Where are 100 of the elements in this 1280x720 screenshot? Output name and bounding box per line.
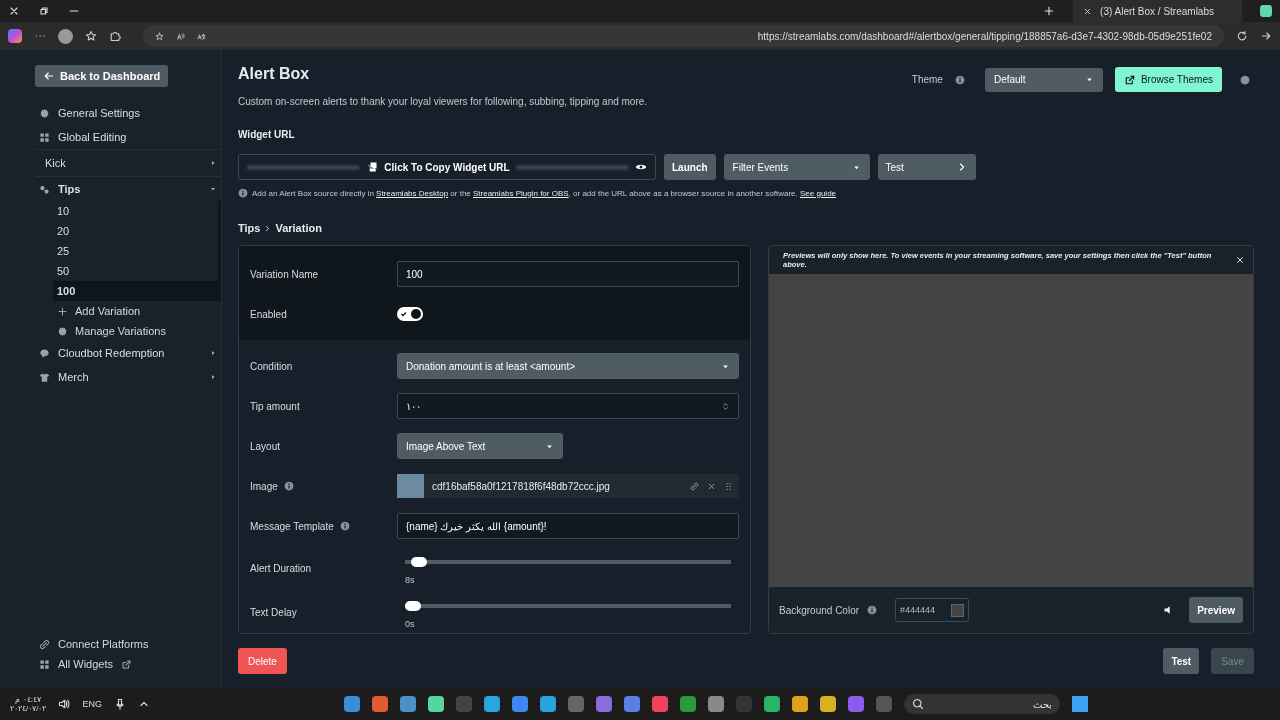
caret-right-icon bbox=[209, 349, 217, 357]
taskbar-app-icon[interactable] bbox=[512, 696, 528, 712]
microphone-icon[interactable] bbox=[113, 698, 126, 710]
background-color-label: Background Color bbox=[779, 604, 860, 616]
filter-events-dropdown[interactable]: Filter Events bbox=[723, 154, 870, 180]
sidebar-item[interactable]: General Settings bbox=[35, 101, 221, 125]
taskbar-app-icon[interactable] bbox=[652, 696, 668, 712]
taskbar-clock[interactable]: ٠٤:٤٧ م ٢٠٢٤/٠٧/٠٢ bbox=[10, 695, 47, 713]
link[interactable]: Streamlabs Desktop bbox=[376, 188, 449, 198]
address-bar[interactable]: https://streamlabs.com/dashboard#/alertbox/general/tipping/188857a6-d3e7-4302-98db-05d9e251fe02 bbox=[143, 25, 1224, 47]
link-icon[interactable] bbox=[690, 481, 699, 491]
widget-url-field[interactable]: Click To Copy Widget URL bbox=[238, 154, 656, 180]
taskbar-app-icon[interactable] bbox=[428, 696, 444, 712]
spinner-arrows-icon[interactable] bbox=[721, 401, 730, 411]
taskbar-app-icon[interactable] bbox=[792, 696, 808, 712]
close-icon[interactable] bbox=[1083, 6, 1093, 16]
taskbar-app-icon[interactable] bbox=[540, 696, 556, 712]
sidebar-link[interactable]: Connect Platforms bbox=[58, 638, 149, 650]
profile-avatar[interactable] bbox=[58, 28, 73, 44]
browse-themes-button[interactable]: Browse Themes bbox=[1114, 67, 1222, 92]
link[interactable]: See guide bbox=[800, 188, 837, 198]
sidebar-item[interactable]: Merch bbox=[35, 365, 221, 389]
page-subtitle: Custom on-screen alerts to thank your loyal viewers for following, subbing, tipping and more. bbox=[238, 96, 648, 107]
taskbar-app-icon[interactable] bbox=[680, 696, 696, 712]
favorites-icon[interactable] bbox=[85, 30, 97, 42]
variation-item[interactable]: 100 bbox=[53, 281, 218, 301]
test-button[interactable]: Test bbox=[877, 154, 976, 180]
image-field[interactable]: cdf16baf58a0f1217818f6f48db72ccc.jpg bbox=[397, 474, 739, 498]
taskbar-app-icon[interactable] bbox=[848, 696, 864, 712]
taskbar-app-icon[interactable] bbox=[372, 696, 388, 712]
sidebar-item[interactable]: Global Editing bbox=[35, 125, 221, 149]
field-label: Layout bbox=[250, 440, 281, 452]
taskbar-app-icon[interactable] bbox=[596, 696, 612, 712]
sidebar-action[interactable]: Manage Variations bbox=[75, 325, 166, 337]
external-link-icon bbox=[1123, 73, 1136, 86]
refresh-icon[interactable] bbox=[1236, 30, 1248, 42]
preview-button[interactable]: Preview bbox=[1189, 597, 1243, 623]
forward-icon[interactable] bbox=[1260, 30, 1272, 42]
read-aloud-icon[interactable] bbox=[176, 31, 185, 41]
taskbar-app-icon[interactable] bbox=[400, 696, 416, 712]
sidebar-item[interactable]: Kick bbox=[35, 149, 221, 177]
browser-tab[interactable]: (3) Alert Box / Streamlabs bbox=[1073, 0, 1242, 22]
info-icon bbox=[238, 188, 248, 198]
field-label: Alert Duration bbox=[250, 562, 312, 574]
info-icon bbox=[283, 481, 294, 491]
close-icon[interactable] bbox=[1235, 255, 1245, 265]
grid-dots-icon[interactable] bbox=[724, 481, 733, 491]
slider-handle[interactable] bbox=[405, 601, 421, 611]
gear-icon bbox=[39, 107, 50, 119]
toggle-switch[interactable] bbox=[397, 307, 423, 321]
taskbar-app-icon[interactable] bbox=[820, 696, 836, 712]
text-field[interactable]: 100 bbox=[397, 261, 739, 287]
text-field[interactable]: {name} الله يكثر خيرك {amount}! bbox=[397, 513, 739, 539]
dropdown[interactable]: Image Above Text bbox=[397, 433, 563, 459]
number-field[interactable]: ١٠٠ bbox=[397, 393, 739, 419]
variation-item[interactable]: 20 bbox=[53, 221, 218, 241]
grid-icon bbox=[39, 131, 50, 143]
field-label: Condition bbox=[250, 360, 293, 372]
sidebar-link[interactable]: All Widgets bbox=[58, 658, 114, 670]
field-label: Image bbox=[250, 480, 278, 492]
variation-item[interactable]: 50 bbox=[53, 261, 218, 281]
sidebar-item[interactable]: Tips bbox=[35, 177, 221, 201]
image-thumbnail bbox=[397, 474, 424, 498]
language-indicator[interactable]: ENG bbox=[82, 699, 102, 709]
sidebar-item[interactable]: Cloudbot Redemption bbox=[35, 341, 221, 365]
taskbar-app-icon[interactable] bbox=[344, 696, 360, 712]
restore-icon[interactable] bbox=[38, 5, 50, 17]
sidebar-action[interactable]: Add Variation bbox=[75, 305, 141, 317]
taskbar-app-icon[interactable] bbox=[484, 696, 500, 712]
close-icon[interactable] bbox=[8, 5, 20, 17]
extension-icon[interactable] bbox=[1260, 5, 1272, 17]
field-label: Tip amount bbox=[250, 400, 300, 412]
check-icon bbox=[400, 310, 408, 318]
star-icon[interactable] bbox=[155, 31, 164, 41]
theme-dropdown[interactable]: Default bbox=[984, 67, 1103, 92]
launch-button[interactable]: Launch bbox=[664, 154, 716, 180]
color-field[interactable]: #444444 bbox=[895, 598, 970, 622]
dropdown[interactable]: Donation amount is at least <amount> bbox=[397, 353, 739, 379]
translate-icon[interactable] bbox=[197, 31, 206, 41]
test-button[interactable]: Test bbox=[1163, 648, 1200, 674]
link[interactable]: Streamlabs Plugin for OBS bbox=[473, 188, 569, 198]
breadcrumb-item[interactable]: Tips bbox=[238, 222, 261, 234]
remove-icon[interactable] bbox=[707, 481, 716, 491]
info-icon bbox=[867, 605, 878, 615]
variation-item[interactable]: 25 bbox=[53, 241, 218, 261]
taskbar-app-icon[interactable] bbox=[764, 696, 780, 712]
taskbar-app-icon[interactable] bbox=[624, 696, 640, 712]
start-icon[interactable] bbox=[1072, 696, 1088, 712]
new-tab-icon[interactable] bbox=[1043, 5, 1056, 17]
extensions-icon[interactable] bbox=[109, 30, 121, 42]
back-to-dashboard-button[interactable]: Back to Dashboard bbox=[35, 65, 169, 87]
field-label: Variation Name bbox=[250, 268, 320, 280]
copilot-icon[interactable] bbox=[8, 29, 22, 43]
taskbar-search[interactable]: بحث bbox=[904, 694, 1060, 714]
section-label: Widget URL bbox=[238, 129, 296, 140]
slider-handle[interactable] bbox=[411, 557, 428, 567]
taskbar-app-icon[interactable] bbox=[708, 696, 724, 712]
variation-item[interactable]: 10 bbox=[53, 201, 218, 221]
volume-icon[interactable] bbox=[58, 698, 71, 710]
caret-right-icon bbox=[209, 159, 217, 167]
